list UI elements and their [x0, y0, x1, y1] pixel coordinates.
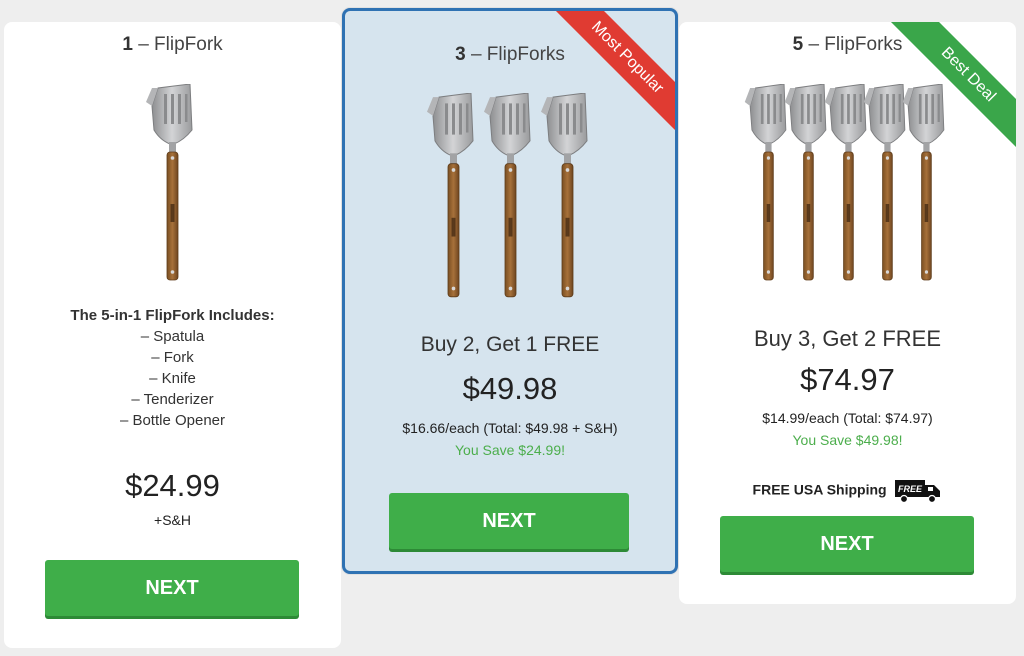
- flipfork-product-icon: [540, 93, 588, 298]
- next-button-1[interactable]: NEXT: [45, 560, 299, 616]
- package-title: 1 – FlipFork: [4, 34, 341, 56]
- package-card-1: 1 – FlipFork The 5-in-1 FlipFork Include…: [4, 22, 341, 648]
- includes-heading: The 5-in-1 FlipFork Includes:: [70, 307, 275, 324]
- package-name: – FlipForks: [470, 44, 565, 65]
- includes-item: – Spatula: [140, 328, 205, 345]
- package-card-5: Best Deal 5 – FlipForks Buy 3, Get 2 FRE…: [679, 22, 1016, 604]
- includes-item: – Fork: [151, 349, 194, 366]
- flipfork-product-icon: [483, 93, 531, 298]
- truck-label: FREE: [898, 484, 923, 494]
- next-button-3[interactable]: NEXT: [389, 493, 629, 549]
- package-name: – FlipForks: [808, 34, 903, 55]
- package-qty: 3: [455, 44, 466, 65]
- flipfork-product-icon: [902, 84, 945, 281]
- product-image-1: [4, 84, 341, 284]
- package-price: $74.97: [800, 362, 895, 397]
- package-price: $24.99: [125, 468, 220, 503]
- savings-text: You Save $24.99!: [454, 442, 566, 458]
- package-card-3: Most Popular 3 – FlipForks Buy 2, Get 1 …: [342, 8, 678, 574]
- package-price: $49.98: [462, 371, 558, 406]
- includes-item: – Bottle Opener: [119, 412, 226, 429]
- flipfork-product-icon: [145, 84, 193, 281]
- package-title: 3 – FlipForks: [345, 44, 675, 66]
- savings-text: You Save $49.98!: [792, 432, 903, 448]
- product-image-5: [679, 84, 1016, 284]
- shipping-text: FREE USA Shipping: [752, 481, 887, 498]
- package-qty: 1: [122, 34, 133, 55]
- per-each-text: $16.66/each (Total: $49.98 + S&H): [402, 420, 618, 436]
- next-button-5[interactable]: NEXT: [720, 516, 974, 572]
- includes-item: – Tenderizer: [131, 391, 214, 408]
- offer-text: Buy 3, Get 2 FREE: [753, 326, 942, 351]
- package-qty: 5: [792, 34, 804, 55]
- includes-list: The 5-in-1 FlipFork Includes: – Spatula …: [4, 305, 341, 431]
- flipfork-product-icon: [426, 93, 474, 298]
- includes-item: – Knife: [149, 370, 196, 387]
- package-name: – FlipFork: [138, 34, 223, 55]
- free-shipping-note: FREE USA Shipping FREE: [679, 478, 1016, 504]
- per-each-text: $14.99/each (Total: $74.97): [762, 410, 933, 426]
- free-shipping-truck-icon: FREE: [895, 480, 941, 504]
- product-image-3: [345, 93, 675, 301]
- package-title: 5 – FlipForks: [679, 34, 1016, 56]
- offer-text: Buy 2, Get 1 FREE: [420, 333, 600, 356]
- price-note: +S&H: [154, 512, 191, 528]
